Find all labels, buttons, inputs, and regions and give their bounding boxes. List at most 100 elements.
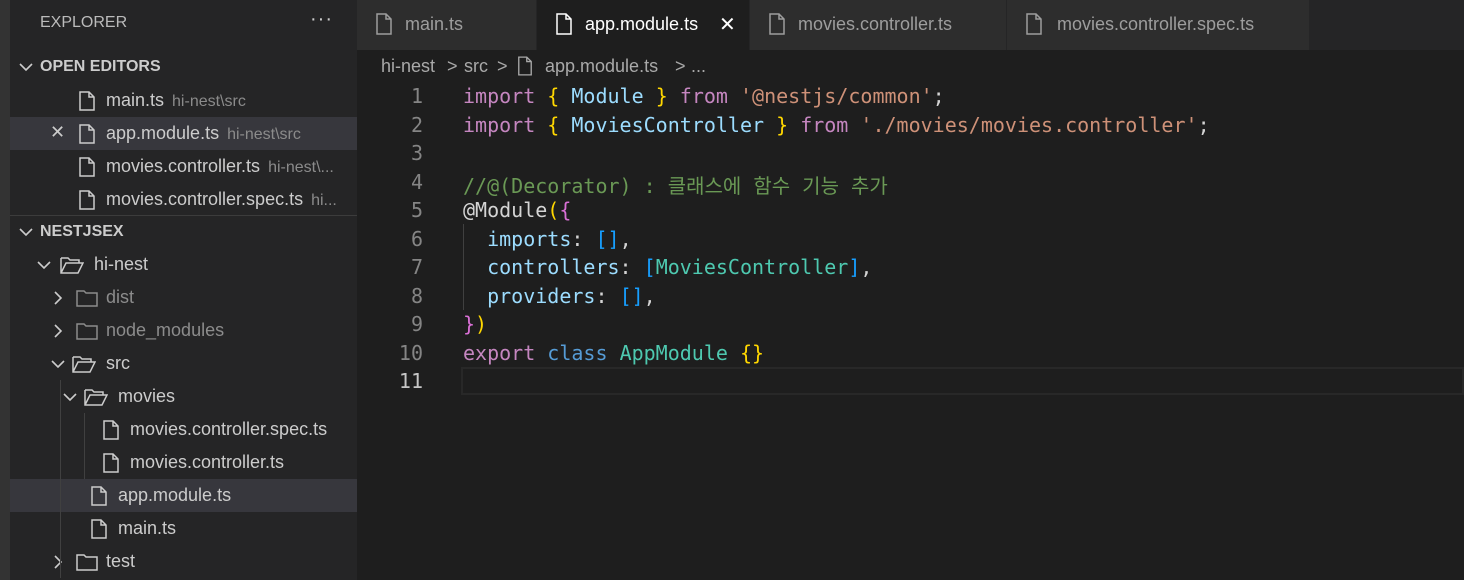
line-number: 8: [410, 283, 423, 308]
tab-main-ts[interactable]: main.ts: [357, 0, 537, 50]
tree-label: test: [106, 551, 136, 571]
tab-label: app.module.ts: [585, 14, 699, 34]
tree-item-file[interactable]: main.ts: [10, 512, 357, 545]
code-line: imports: [],: [463, 227, 632, 251]
open-editor-path: hi-nest\...: [268, 159, 334, 176]
workspace-header[interactable]: NESTJSEX: [10, 215, 357, 248]
breadcrumb-item[interactable]: hi-nest: [381, 56, 435, 77]
close-icon[interactable]: ✕: [719, 12, 736, 37]
folder-icon: [76, 290, 98, 307]
breadcrumb-separator: >: [447, 56, 458, 76]
line-number: 9: [410, 312, 423, 336]
file-icon: [556, 13, 572, 35]
file-icon: [103, 420, 119, 440]
tab-app-module-ts[interactable]: app.module.ts ✕: [537, 0, 750, 50]
code-token: export: [463, 340, 536, 365]
code-token: MoviesController: [571, 112, 765, 137]
tree-label: node_modules: [106, 320, 225, 340]
tree-label: movies: [118, 386, 176, 406]
code-token: from: [679, 84, 728, 108]
open-editor-name: movies.controller.spec.ts: [106, 189, 304, 209]
code-editor[interactable]: 1 2 3 4 5 6 7 8 9 10 11 import { Module } from '@n…: [357, 80, 1464, 580]
chevron-down-icon: [51, 360, 65, 369]
code-token: './movies/movies.controller': [860, 112, 1198, 137]
code-token: }: [655, 84, 668, 108]
tree-item-movies[interactable]: movies: [10, 380, 357, 413]
tree-item-file[interactable]: movies.controller.spec.ts: [10, 413, 357, 446]
code-token: class: [547, 340, 608, 365]
tree-indent-guide: [84, 413, 85, 479]
code-token: }: [463, 312, 476, 336]
code-token: Module: [475, 198, 548, 222]
open-editor-name: app.module.ts: [106, 123, 220, 143]
chevron-down-icon: [19, 228, 33, 237]
tree-item-file[interactable]: app.module.ts: [10, 479, 357, 512]
tree-item-src[interactable]: src: [10, 347, 357, 380]
code-line: controllers: [MoviesController],: [463, 255, 872, 279]
line-number: 6: [410, 226, 423, 251]
close-icon[interactable]: ✕: [50, 122, 65, 143]
folder-open-icon: [84, 389, 108, 406]
open-editor-item[interactable]: movies.controller.spec.ts hi...: [10, 183, 357, 216]
line-number: 2: [410, 112, 423, 137]
tree-item-test[interactable]: test: [10, 545, 357, 578]
tree-item-node-modules[interactable]: node_modules: [10, 314, 357, 347]
breadcrumb-item[interactable]: src: [464, 56, 488, 77]
tab-label: movies.controller.ts: [798, 14, 953, 34]
tree-item-dist[interactable]: dist: [10, 281, 357, 314]
ellipsis-icon[interactable]: ···: [310, 8, 333, 31]
code-token: (: [547, 198, 560, 222]
open-editor-path: hi-nest\src: [227, 126, 301, 143]
open-editor-item[interactable]: main.ts hi-nest\src: [10, 84, 357, 117]
tree-label: main.ts: [118, 518, 177, 538]
tree-label: app.module.ts: [118, 485, 232, 505]
breadcrumb-separator: >: [675, 56, 686, 76]
code-token: ;: [932, 84, 945, 108]
tree-item-hi-nest[interactable]: hi-nest: [10, 248, 357, 281]
code-token: import: [463, 84, 536, 108]
code-line: //@(Decorator) : 클래스에 함수 기능 추가: [463, 170, 888, 199]
tab-label: movies.controller.spec.ts: [1057, 14, 1255, 34]
breadcrumb-item[interactable]: app.module.ts: [545, 56, 658, 77]
open-editor-item[interactable]: movies.controller.ts hi-nest\...: [10, 150, 357, 183]
code-token: ): [475, 312, 488, 336]
open-editors-header[interactable]: OPEN EDITORS: [10, 50, 357, 83]
code-line: providers: [],: [463, 284, 656, 308]
code-token: imports: [487, 226, 572, 251]
breadcrumb-item[interactable]: ...: [691, 56, 706, 77]
code-token: []: [595, 226, 620, 251]
code-token: ;: [1197, 112, 1210, 137]
tab-movies-controller-ts[interactable]: movies.controller.ts: [750, 0, 1007, 50]
chevron-down-icon: [19, 63, 33, 72]
tab-movies-controller-spec-ts[interactable]: movies.controller.spec.ts: [1007, 0, 1310, 50]
open-editor-item[interactable]: ✕ app.module.ts hi-nest\src: [10, 117, 357, 150]
code-token: import: [463, 112, 536, 137]
code-token: Module: [571, 84, 644, 108]
code-token: controllers: [487, 255, 620, 279]
code-token: ]: [848, 255, 861, 279]
code-line: }): [463, 312, 487, 336]
folder-icon: [76, 554, 98, 571]
line-number: 3: [410, 141, 423, 165]
explorer-sidebar: EXPLORER ··· OPEN EDITORS main.ts hi-nest…: [10, 0, 357, 580]
open-editor-name: main.ts: [106, 90, 165, 110]
code-token: ,: [619, 226, 632, 251]
vscode-window: EXPLORER ··· OPEN EDITORS main.ts hi-nest…: [0, 0, 1464, 580]
code-line: export class AppModule {}: [463, 341, 764, 365]
tree-item-file[interactable]: movies.controller.ts: [10, 446, 357, 479]
line-number: 4: [410, 169, 423, 194]
file-icon: [769, 13, 785, 35]
code-token: {}: [739, 340, 765, 365]
chevron-right-icon: [54, 291, 63, 305]
line-number: 10: [398, 340, 423, 365]
